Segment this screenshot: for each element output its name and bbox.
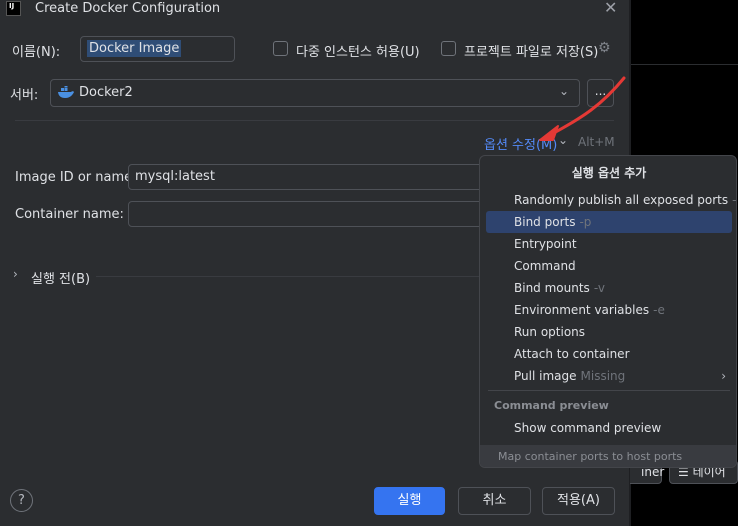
option-randomly-publish-ports[interactable]: Randomly publish all exposed ports-P xyxy=(486,189,736,211)
option-label: Run options xyxy=(514,325,586,339)
gear-icon[interactable]: ⚙ xyxy=(598,40,611,56)
close-icon[interactable]: ✕ xyxy=(604,0,617,17)
add-run-options-popup: 실행 옵션 추가 Randomly publish all exposed po… xyxy=(479,155,737,468)
popup-divider xyxy=(488,390,730,391)
docker-whale-icon xyxy=(58,86,74,98)
option-bind-ports[interactable]: Bind ports -p xyxy=(486,211,732,233)
option-label: Attach to container xyxy=(514,347,630,361)
store-as-file-checkbox[interactable] xyxy=(441,41,456,56)
cancel-button[interactable]: 취소 xyxy=(458,487,531,515)
background-divider xyxy=(631,64,738,65)
run-button[interactable]: 실행 xyxy=(374,487,445,515)
before-launch-section[interactable]: 실행 전(B) xyxy=(31,268,90,287)
option-pull-image[interactable]: Pull image Missing › xyxy=(486,365,732,387)
option-hint: -P xyxy=(732,193,737,207)
option-label: Command xyxy=(514,259,576,273)
option-label: Bind mounts xyxy=(514,281,590,295)
window-title: Create Docker Configuration xyxy=(35,1,221,16)
option-run-options[interactable]: Run options xyxy=(486,321,732,343)
name-input[interactable]: Docker Image xyxy=(80,36,235,62)
option-environment-variables[interactable]: Environment variables -e xyxy=(486,299,732,321)
allow-multiple-label[interactable]: 다중 인스턴스 허용(U) xyxy=(296,41,420,60)
option-hint: Missing xyxy=(580,369,626,383)
option-label: Randomly publish all exposed ports xyxy=(514,193,729,207)
option-show-command-preview[interactable]: Show command preview xyxy=(486,417,732,439)
option-command[interactable]: Command xyxy=(486,255,732,277)
command-preview-group-title: Command preview xyxy=(494,399,609,412)
help-icon[interactable]: ? xyxy=(10,489,33,512)
option-bind-mounts[interactable]: Bind mounts -v xyxy=(486,277,732,299)
chevron-right-icon: › xyxy=(721,369,726,383)
container-name-input[interactable] xyxy=(128,201,488,227)
option-hint: -e xyxy=(653,303,665,317)
option-label: Show command preview xyxy=(514,421,662,435)
name-label: 이름(N): xyxy=(12,45,61,60)
name-input-value: Docker Image xyxy=(87,40,182,57)
popup-footer-hint: Map container ports to host ports xyxy=(480,445,736,467)
section-divider xyxy=(96,276,480,277)
option-label: Pull image xyxy=(514,369,577,383)
server-select[interactable]: Docker2 ⌄ xyxy=(50,79,580,107)
option-label: Entrypoint xyxy=(514,237,577,251)
image-label: Image ID or name: xyxy=(15,170,137,185)
apply-button[interactable]: 적용(A) xyxy=(542,487,615,515)
container-name-label: Container name: xyxy=(15,207,124,222)
title-bar: IJ Create Docker Configuration ✕ xyxy=(0,0,630,19)
allow-multiple-checkbox[interactable] xyxy=(273,41,288,56)
option-attach-to-container[interactable]: Attach to container xyxy=(486,343,732,365)
image-input[interactable]: mysql:latest xyxy=(128,164,488,190)
option-label: Environment variables xyxy=(514,303,650,317)
annotation-arrow xyxy=(539,76,626,141)
option-hint: -p xyxy=(579,215,592,229)
option-hint: -v xyxy=(593,281,605,295)
server-label: 서버: xyxy=(10,88,39,103)
server-value: Docker2 xyxy=(79,85,133,100)
store-as-file-label[interactable]: 프로젝트 파일로 저장(S) xyxy=(464,41,598,60)
app-icon: IJ xyxy=(6,1,21,16)
option-label: Bind ports xyxy=(514,215,576,229)
popup-title: 실행 옵션 추가 xyxy=(571,166,647,180)
chevron-right-icon[interactable]: › xyxy=(13,267,18,281)
option-entrypoint[interactable]: Entrypoint xyxy=(486,233,732,255)
